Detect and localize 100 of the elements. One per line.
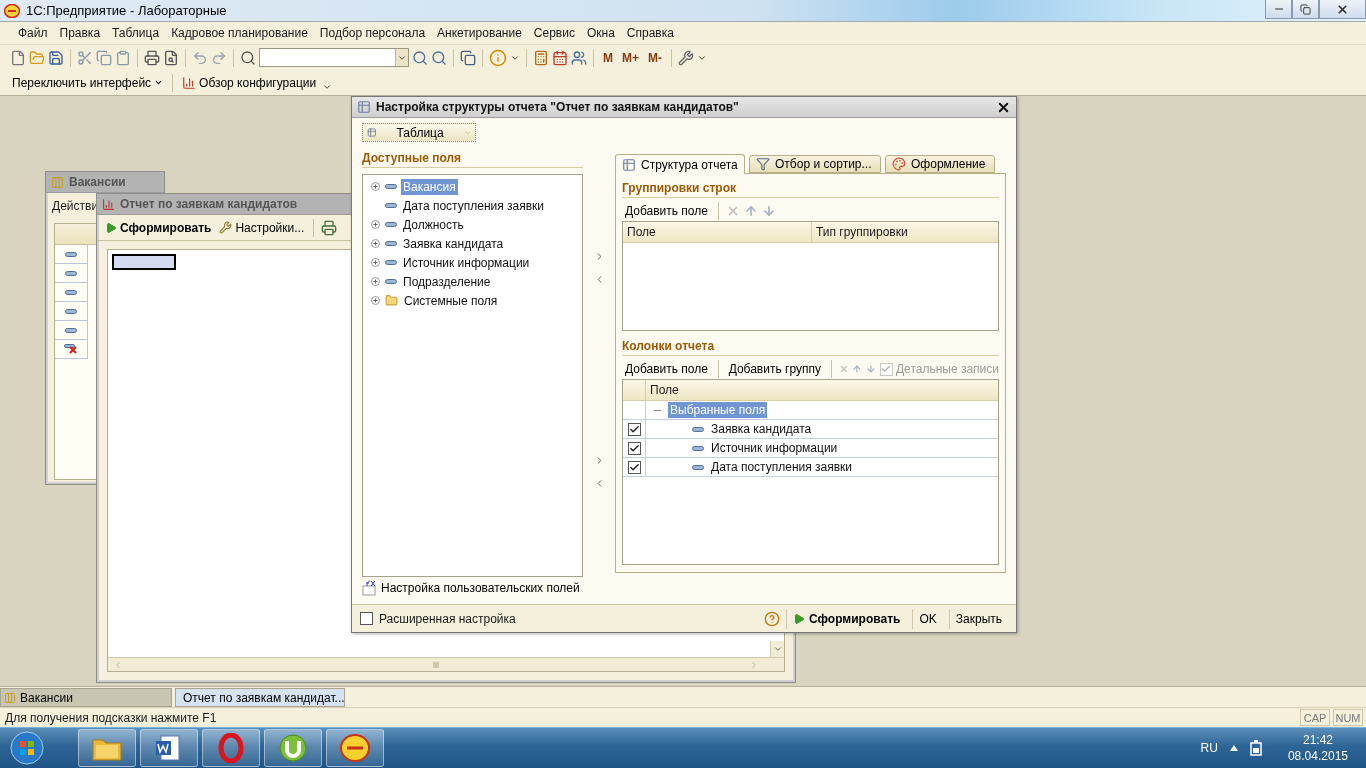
new-file-icon[interactable] bbox=[10, 49, 26, 66]
copy-icon[interactable] bbox=[96, 49, 112, 66]
menu-item[interactable]: Справка bbox=[620, 26, 680, 40]
tree-item[interactable]: Заявка кандидата bbox=[401, 235, 506, 252]
window-tab[interactable]: Отчет по заявкам кандидат... bbox=[175, 688, 345, 707]
menu-item[interactable]: Кадровое планирование bbox=[165, 26, 314, 40]
expand-icon[interactable] bbox=[371, 277, 380, 286]
menu-item[interactable]: Сервис bbox=[527, 26, 581, 40]
add-group-button[interactable]: Добавить группу bbox=[725, 359, 824, 379]
info-icon[interactable] bbox=[489, 48, 507, 67]
generate-button[interactable]: Сформировать bbox=[786, 608, 907, 629]
windows-icon[interactable] bbox=[460, 49, 476, 66]
clock-time[interactable]: 21:42 bbox=[1302, 733, 1333, 747]
move-down-icon[interactable] bbox=[761, 204, 776, 218]
add-field-button[interactable]: Добавить поле bbox=[622, 201, 711, 221]
field-icon bbox=[65, 251, 77, 257]
tab[interactable]: Отбор и сортир... bbox=[749, 155, 881, 173]
window-title: 1С:Предприятие - Лабораторные bbox=[26, 3, 228, 18]
language-indicator[interactable]: RU bbox=[1200, 741, 1218, 755]
field-icon bbox=[385, 260, 397, 265]
custom-fields-link[interactable]: Настройка пользовательских полей bbox=[362, 580, 580, 596]
close-button[interactable] bbox=[1319, 0, 1366, 19]
table-cell[interactable] bbox=[55, 321, 88, 340]
switch-interface-button[interactable]: Переключить интерфейс bbox=[10, 71, 166, 94]
cut-icon[interactable] bbox=[77, 49, 93, 66]
checkbox[interactable] bbox=[627, 441, 641, 455]
table-cell[interactable] bbox=[55, 340, 88, 359]
tree-item[interactable]: Должность bbox=[401, 216, 466, 233]
restore-button[interactable] bbox=[1292, 0, 1319, 19]
tree-item[interactable]: Подразделение bbox=[401, 273, 493, 290]
find-next-icon[interactable] bbox=[412, 49, 428, 66]
minimize-button[interactable] bbox=[1265, 0, 1292, 19]
print-icon[interactable] bbox=[144, 49, 160, 66]
redo-icon[interactable] bbox=[211, 49, 227, 66]
table-cell[interactable] bbox=[55, 302, 88, 321]
dialog-button[interactable]: OK bbox=[912, 608, 943, 629]
configuration-button[interactable]: Обзор конфигурации bbox=[180, 71, 319, 94]
taskbar-app-button[interactable] bbox=[202, 729, 260, 767]
clock-date[interactable]: 08.04.2015 bbox=[1287, 749, 1348, 763]
menu-item[interactable]: Анкетирование bbox=[431, 26, 528, 40]
expand-icon[interactable] bbox=[371, 296, 380, 305]
taskbar-app-button[interactable] bbox=[140, 729, 198, 767]
find-previous-icon[interactable] bbox=[431, 49, 447, 66]
expand-icon[interactable] bbox=[371, 182, 380, 191]
taskbar-app-button[interactable] bbox=[264, 729, 322, 767]
move-up-icon[interactable] bbox=[743, 204, 758, 218]
tree-item[interactable]: Дата поступления заявки bbox=[709, 459, 855, 475]
expand-icon[interactable] bbox=[371, 258, 380, 267]
undo-icon[interactable] bbox=[192, 49, 208, 66]
taskbar-app-button[interactable] bbox=[78, 729, 136, 767]
table-cell[interactable] bbox=[55, 245, 88, 264]
calculator-icon[interactable] bbox=[533, 49, 549, 66]
expand-icon[interactable] bbox=[371, 239, 380, 248]
show-hidden-icon[interactable] bbox=[1229, 745, 1238, 751]
filter-icon bbox=[756, 157, 770, 171]
menu-item[interactable]: Таблица bbox=[106, 26, 166, 40]
dialog-button[interactable]: Закрыть bbox=[948, 608, 1008, 629]
menu-item[interactable]: Файл bbox=[12, 26, 54, 40]
memory-button[interactable]: M bbox=[600, 46, 616, 69]
print-icon[interactable] bbox=[321, 219, 338, 236]
save-icon[interactable] bbox=[48, 49, 64, 66]
tree-item[interactable]: Системные поля bbox=[402, 292, 500, 309]
users-icon[interactable] bbox=[571, 49, 587, 66]
table-cell[interactable] bbox=[55, 264, 88, 283]
preview-icon[interactable] bbox=[163, 49, 179, 66]
generate-button[interactable]: Сформировать bbox=[103, 216, 214, 239]
column-header: Тип группировки bbox=[815, 224, 909, 241]
search-field[interactable] bbox=[259, 48, 409, 67]
tab[interactable]: Оформление bbox=[885, 155, 995, 173]
checkbox[interactable] bbox=[627, 460, 641, 474]
wrench-icon[interactable] bbox=[678, 49, 694, 66]
expand-icon[interactable] bbox=[371, 220, 380, 229]
checkbox[interactable] bbox=[360, 612, 373, 625]
tree-item[interactable]: Источник информации bbox=[401, 254, 532, 271]
tree-item[interactable]: Заявка кандидата bbox=[709, 421, 814, 437]
paste-icon[interactable] bbox=[115, 49, 131, 66]
menu-item[interactable]: Окна bbox=[580, 26, 621, 40]
help-icon[interactable] bbox=[764, 610, 780, 627]
tab[interactable]: Структура отчета bbox=[615, 154, 745, 174]
settings-button[interactable]: Настройки... bbox=[217, 216, 307, 239]
actions-menu[interactable]: Действи bbox=[52, 199, 99, 213]
memory-button[interactable]: M+ bbox=[619, 46, 642, 69]
taskbar-app-button[interactable] bbox=[326, 729, 384, 767]
search-icon[interactable] bbox=[240, 49, 256, 66]
deleted-item-icon bbox=[64, 344, 78, 354]
menu-item[interactable]: Подбор персонала bbox=[313, 26, 432, 40]
tree-item[interactable]: Источник информации bbox=[709, 440, 840, 456]
window-tab[interactable]: Вакансии bbox=[0, 688, 172, 707]
tree-item[interactable]: Дата поступления заявки bbox=[401, 197, 547, 214]
selected-cell[interactable] bbox=[112, 254, 176, 270]
power-icon[interactable] bbox=[1249, 740, 1262, 756]
memory-button[interactable]: M- bbox=[645, 46, 665, 69]
calendar-icon[interactable] bbox=[552, 49, 568, 66]
scroll-thumb-icon[interactable] bbox=[433, 661, 439, 668]
menu-item[interactable]: Правка bbox=[53, 26, 107, 40]
table-cell[interactable] bbox=[55, 283, 88, 302]
add-field-button[interactable]: Добавить поле bbox=[622, 359, 711, 379]
view-dropdown[interactable]: Таблица bbox=[362, 123, 476, 142]
scroll-down-icon[interactable] bbox=[772, 644, 783, 654]
checkbox[interactable] bbox=[627, 422, 641, 436]
